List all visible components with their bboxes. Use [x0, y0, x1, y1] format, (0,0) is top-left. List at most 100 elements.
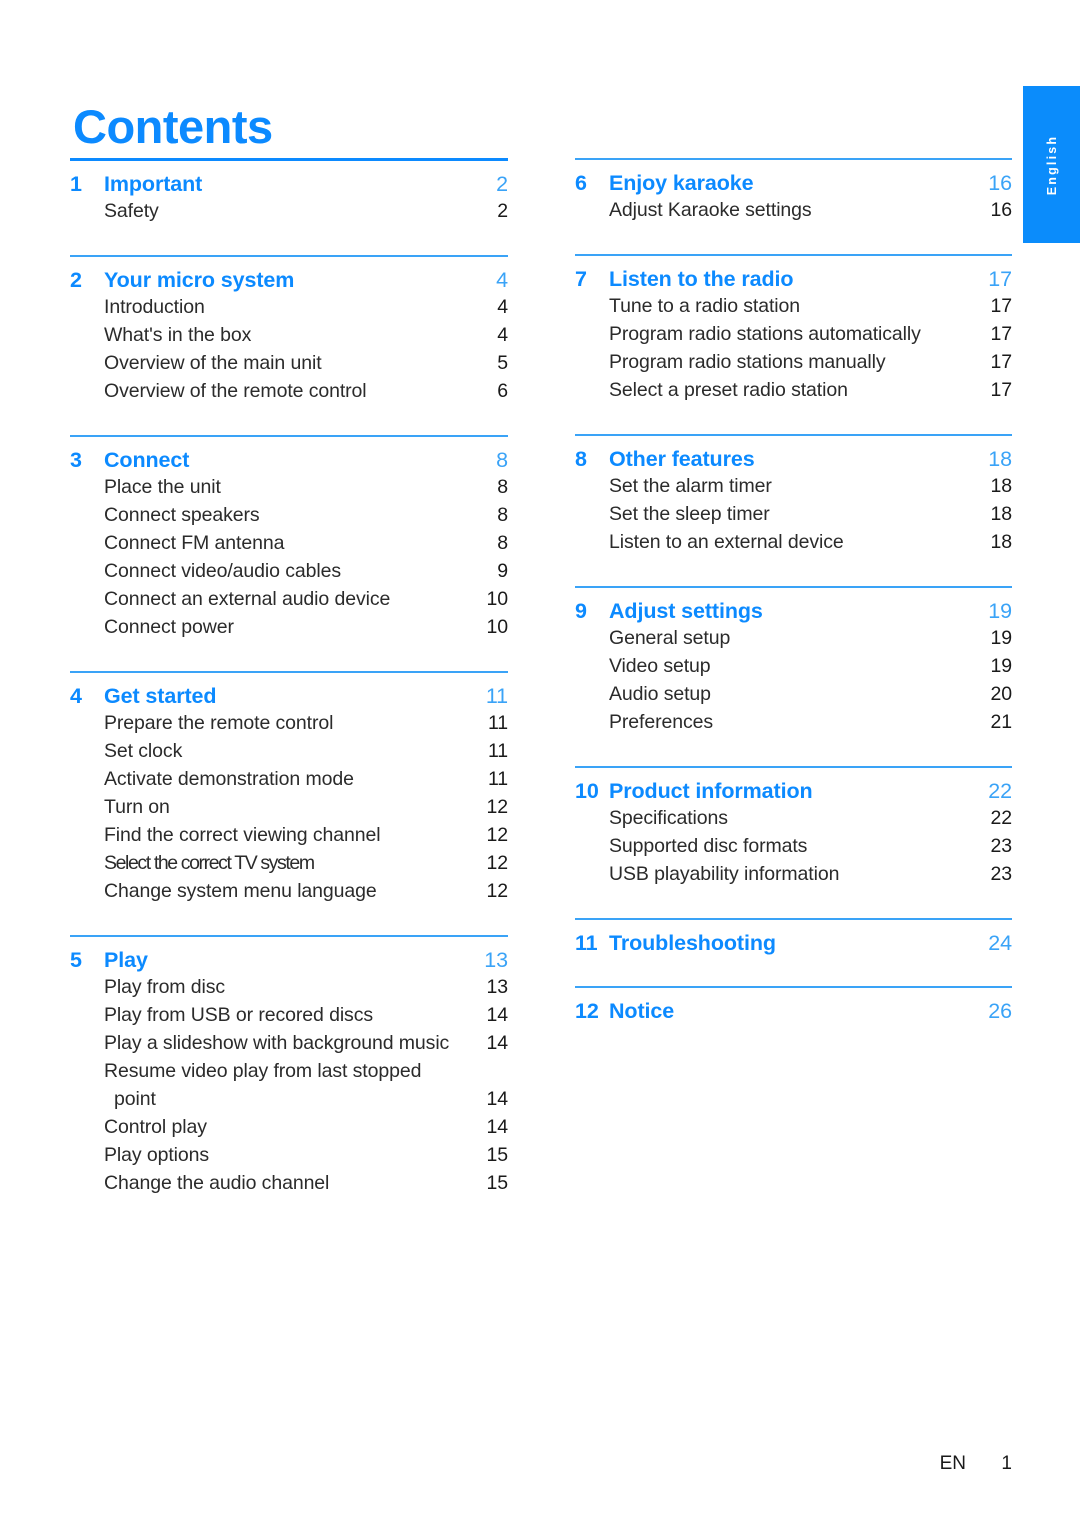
toc-column-right: 6 Enjoy karaoke 16 Adjust Karaoke settings 1…: [575, 158, 1012, 1054]
entry-label: Introduction: [104, 296, 205, 318]
entry-label: Program radio stations automatically: [609, 323, 921, 345]
entry-page-number: 12: [486, 852, 509, 874]
toc-section-heading[interactable]: 11 Troubleshooting 24: [575, 920, 1012, 956]
toc-section-heading[interactable]: 5 Play 13: [70, 937, 508, 973]
toc-entry[interactable]: Find the correct viewing channel 12: [70, 821, 508, 849]
toc-entry[interactable]: Preferences 21: [575, 708, 1012, 736]
toc-entry[interactable]: Supported disc formats 23: [575, 832, 1012, 860]
toc-section-heading[interactable]: 4 Get started 11: [70, 673, 508, 709]
page-title: Contents: [73, 100, 273, 154]
entry-label: Prepare the remote control: [104, 712, 334, 734]
section-title: Product information: [609, 779, 813, 803]
toc-entry[interactable]: Program radio stations automatically 17: [575, 320, 1012, 348]
toc-entry[interactable]: Video setup 19: [575, 652, 1012, 680]
section-page-number: 17: [988, 267, 1012, 291]
toc-entry[interactable]: Activate demonstration mode 11: [70, 765, 508, 793]
entry-label: Connect speakers: [104, 504, 260, 526]
toc-entry[interactable]: Listen to an external device 18: [575, 528, 1012, 556]
toc-section: 6 Enjoy karaoke 16 Adjust Karaoke settings 1…: [575, 158, 1012, 254]
toc-entry[interactable]: Control play 14: [70, 1113, 508, 1141]
toc-section-heading[interactable]: 7 Listen to the radio 17: [575, 256, 1012, 292]
toc-entry[interactable]: Program radio stations manually 17: [575, 348, 1012, 376]
toc-entry[interactable]: Turn on 12: [70, 793, 508, 821]
toc-section-heading[interactable]: 1 Important 2: [70, 161, 508, 197]
toc-section: 8 Other features 18 Set the alarm timer 18 Se…: [575, 434, 1012, 586]
entry-page-number: 22: [990, 807, 1013, 829]
entry-label: Play a slideshow with background music: [104, 1032, 450, 1054]
toc-entry[interactable]: Set the alarm timer 18: [575, 472, 1012, 500]
entry-page-number: 12: [486, 880, 509, 902]
entry-page-number: 10: [486, 616, 509, 638]
toc-entry[interactable]: USB playability information 23: [575, 860, 1012, 888]
toc-entry[interactable]: point 14: [70, 1085, 508, 1113]
toc-entry[interactable]: Select the correct TV system 12: [70, 849, 508, 877]
section-page-number: 13: [484, 948, 508, 972]
toc-entry[interactable]: Connect power 10: [70, 613, 508, 641]
section-title: Notice: [609, 999, 675, 1023]
toc-section-heading[interactable]: 8 Other features 18: [575, 436, 1012, 472]
toc-entry[interactable]: Connect an external audio device 10: [70, 585, 508, 613]
toc-entry[interactable]: Overview of the remote control 6: [70, 377, 508, 405]
toc-section-heading[interactable]: 9 Adjust settings 19: [575, 588, 1012, 624]
entry-label: Set clock: [104, 740, 183, 762]
toc-entry[interactable]: Play a slideshow with background music 14: [70, 1029, 508, 1057]
toc-section-heading[interactable]: 10 Product information 22: [575, 768, 1012, 804]
toc-section-heading[interactable]: 3 Connect 8: [70, 437, 508, 473]
toc-entry[interactable]: Connect speakers 8: [70, 501, 508, 529]
toc-entry[interactable]: Set clock 11: [70, 737, 508, 765]
toc-entry[interactable]: What's in the box 4: [70, 321, 508, 349]
toc-column-left: 1 Important 2 Safety 2 2 Your micro system 4 Int…: [70, 158, 508, 1227]
toc-entry[interactable]: Connect video/audio cables 9: [70, 557, 508, 585]
toc-entry[interactable]: Set the sleep timer 18: [575, 500, 1012, 528]
toc-entry[interactable]: Tune to a radio station 17: [575, 292, 1012, 320]
toc-entry[interactable]: Audio setup 20: [575, 680, 1012, 708]
toc-entry[interactable]: Introduction 4: [70, 293, 508, 321]
toc-entry[interactable]: Resume video play from last stopped: [70, 1057, 508, 1085]
entry-label: Adjust Karaoke settings: [609, 199, 812, 221]
entry-page-number: 8: [497, 476, 508, 498]
entry-page-number: 11: [487, 740, 508, 762]
entry-page-number: 23: [990, 835, 1013, 857]
toc-entry[interactable]: Safety 2: [70, 197, 508, 225]
toc-section-heading[interactable]: 12 Notice 26: [575, 988, 1012, 1024]
entry-page-number: 21: [990, 711, 1013, 733]
entry-page-number: 23: [990, 863, 1013, 885]
entry-label: Connect an external audio device: [104, 588, 391, 610]
toc-entry[interactable]: Specifications 22: [575, 804, 1012, 832]
toc-entry[interactable]: Change system menu language 12: [70, 877, 508, 905]
entry-page-number: 17: [990, 351, 1013, 373]
toc-entry[interactable]: Play options 15: [70, 1141, 508, 1169]
toc-entry[interactable]: Prepare the remote control 11: [70, 709, 508, 737]
toc-section-heading[interactable]: 2 Your micro system 4: [70, 257, 508, 293]
language-tab-label: English: [1044, 134, 1059, 195]
entry-label: Play options: [104, 1144, 210, 1166]
toc-entry[interactable]: Change the audio channel 15: [70, 1169, 508, 1197]
toc-entry[interactable]: Select a preset radio station 17: [575, 376, 1012, 404]
toc-section: 3 Connect 8 Place the unit 8 Connect speakers…: [70, 435, 508, 671]
entry-label: Connect video/audio cables: [104, 560, 341, 582]
entry-label: Turn on: [104, 796, 170, 818]
entry-label: Program radio stations manually: [609, 351, 886, 373]
section-title: Adjust settings: [609, 599, 763, 623]
toc-entry[interactable]: Adjust Karaoke settings 16: [575, 196, 1012, 224]
toc-entry[interactable]: Play from disc 13: [70, 973, 508, 1001]
toc-entry[interactable]: General setup 19: [575, 624, 1012, 652]
toc-entry[interactable]: Play from USB or recored discs 14: [70, 1001, 508, 1029]
entry-page-number: 14: [486, 1088, 509, 1110]
entry-label: Change the audio channel: [104, 1172, 330, 1194]
section-page-number: 18: [988, 447, 1012, 471]
section-number: 6: [575, 171, 587, 195]
toc-entry[interactable]: Connect FM antenna 8: [70, 529, 508, 557]
toc-section: 1 Important 2 Safety 2: [70, 158, 508, 255]
entry-label: Connect FM antenna: [104, 532, 285, 554]
toc-section-heading[interactable]: 6 Enjoy karaoke 16: [575, 160, 1012, 196]
toc-entry[interactable]: Overview of the main unit 5: [70, 349, 508, 377]
toc-entry[interactable]: Place the unit 8: [70, 473, 508, 501]
entry-label: Supported disc formats: [609, 835, 808, 857]
entry-page-number: 12: [486, 796, 509, 818]
entry-page-number: 15: [486, 1172, 509, 1194]
footer-page-number: 1: [1001, 1453, 1012, 1474]
